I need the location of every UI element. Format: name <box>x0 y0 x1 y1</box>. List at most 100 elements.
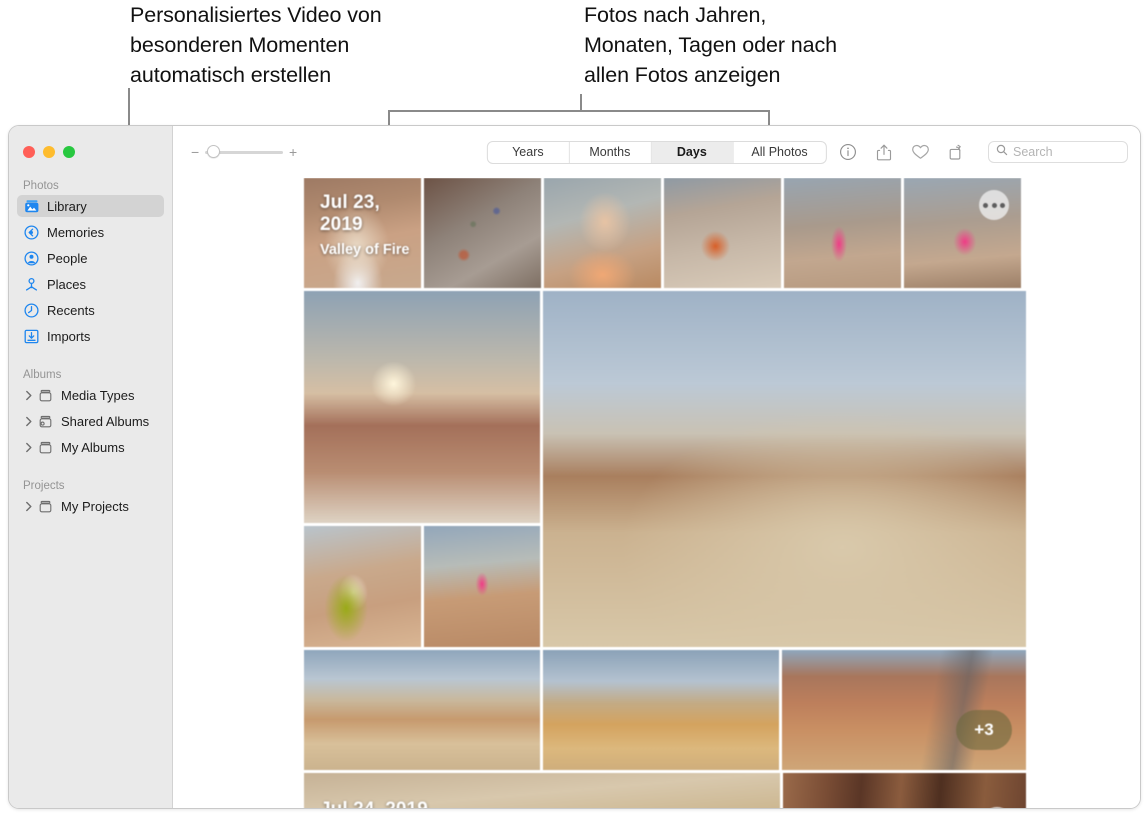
photo-grid-scroll[interactable]: Jul 23, 2019 Valley of Fire +3 <box>173 178 1140 808</box>
photo-thumbnail[interactable] <box>904 178 1021 288</box>
photo-thumbnail[interactable] <box>664 178 781 288</box>
sidebar-section-projects-header: Projects <box>23 480 65 492</box>
photo-thumbnail[interactable] <box>424 178 541 288</box>
chevron-right-icon[interactable] <box>23 501 34 512</box>
sidebar-section-projects-list: My Projects <box>9 495 172 517</box>
photo-thumbnail[interactable] <box>544 178 661 288</box>
window-traffic-lights <box>9 139 172 158</box>
callout-tabs-bracket-right-tick <box>768 110 770 125</box>
zoom-out-label[interactable]: − <box>191 145 199 159</box>
photos-app-window: Photos Library Memories People Places Re… <box>8 125 1141 809</box>
sidebar-section-photos-header: Photos <box>23 180 59 192</box>
rotate-icon[interactable] <box>946 141 966 163</box>
recents-icon <box>23 302 40 319</box>
photo-thumbnail[interactable]: +3 <box>782 650 1026 770</box>
info-icon[interactable] <box>838 141 858 163</box>
people-icon <box>23 250 40 267</box>
tab-days[interactable]: Days <box>651 141 734 163</box>
callout-memories-text: Personalisiertes Video von besonderen Mo… <box>130 3 382 87</box>
sidebar-item-label: Library <box>47 198 87 214</box>
zoom-slider-knob[interactable] <box>207 145 220 158</box>
zoom-button[interactable] <box>63 146 75 158</box>
favorite-icon[interactable] <box>910 141 930 163</box>
sidebar-item-label: Places <box>47 276 87 292</box>
photo-row: +3 <box>304 650 1026 770</box>
close-button[interactable] <box>23 146 35 158</box>
sidebar-item-imports[interactable]: Imports <box>17 325 164 347</box>
sidebar-item-my-albums[interactable]: My Albums <box>17 436 164 458</box>
sidebar-item-label: Media Types <box>61 387 135 403</box>
sidebar-item-places[interactable]: Places <box>17 273 164 295</box>
photo-thumbnail[interactable]: Jul 23, 2019 Valley of Fire <box>304 178 421 288</box>
photo-thumbnail[interactable] <box>543 650 779 770</box>
album-icon <box>37 498 54 515</box>
search-icon <box>996 143 1008 161</box>
places-icon <box>23 276 40 293</box>
day-header: Jul 23, 2019 Valley of Fire <box>320 192 421 258</box>
album-icon <box>37 387 54 404</box>
sidebar-item-my-projects[interactable]: My Projects <box>17 495 164 517</box>
tab-all-photos[interactable]: All Photos <box>733 142 825 163</box>
photo-thumbnail[interactable] <box>304 526 421 647</box>
view-mode-segmented-control[interactable]: Years Months Days All Photos <box>486 140 827 164</box>
callout-tabs-text: Fotos nach Jahren, Monaten, Tagen oder n… <box>584 3 838 87</box>
chevron-right-icon[interactable] <box>23 416 34 427</box>
day-subtitle: Valley of Fire <box>320 242 410 258</box>
more-options-button[interactable] <box>982 807 1012 808</box>
toolbar-actions: Search <box>838 141 1128 163</box>
sidebar-item-label: Imports <box>47 328 91 344</box>
sidebar-item-media-types[interactable]: Media Types <box>17 384 164 406</box>
zoom-slider-track[interactable] <box>205 145 283 159</box>
sidebar-item-shared-albums[interactable]: Shared Albums <box>17 410 164 432</box>
photo-grid: Jul 23, 2019 Valley of Fire +3 <box>304 178 1026 808</box>
photo-row: Jul 23, 2019 Valley of Fire <box>304 178 1026 288</box>
sidebar-section-albums-list: Media Types Shared Albums My Albums <box>9 384 172 458</box>
sidebar-item-recents[interactable]: Recents <box>17 299 164 321</box>
overflow-count-badge[interactable]: +3 <box>956 710 1012 750</box>
shared-album-icon <box>37 413 54 430</box>
tab-years[interactable]: Years <box>487 141 570 163</box>
sidebar: Photos Library Memories People Places Re… <box>9 126 173 808</box>
toolbar: − + Years Months Days All Photos Search <box>173 126 1140 178</box>
photo-thumbnail[interactable] <box>304 291 540 523</box>
chevron-right-icon[interactable] <box>23 390 34 401</box>
sidebar-item-label: My Albums <box>61 439 125 455</box>
photo-thumbnail-large[interactable] <box>543 291 1026 647</box>
sidebar-item-library[interactable]: Library <box>17 195 164 217</box>
day-title: Jul 24, 2019 <box>320 799 428 808</box>
day-title: Jul 23, 2019 <box>320 192 380 235</box>
chevron-right-icon[interactable] <box>23 442 34 453</box>
zoom-slider[interactable]: − + <box>191 145 297 159</box>
photo-thumbnail[interactable] <box>784 178 901 288</box>
photo-row: Jul 24, 2019 <box>304 773 1026 808</box>
more-options-button[interactable] <box>979 190 1009 220</box>
share-icon[interactable] <box>874 141 894 163</box>
memories-icon <box>23 224 40 241</box>
album-icon <box>37 439 54 456</box>
sidebar-item-people[interactable]: People <box>17 247 164 269</box>
content-area: − + Years Months Days All Photos Search … <box>173 126 1140 808</box>
sidebar-item-label: Shared Albums <box>61 413 150 429</box>
sidebar-item-label: My Projects <box>61 498 129 514</box>
imports-icon <box>23 328 40 345</box>
search-input[interactable]: Search <box>1013 145 1053 159</box>
sidebar-item-label: Memories <box>47 224 105 240</box>
photo-thumbnail[interactable] <box>783 773 1026 808</box>
photo-thumbnail[interactable] <box>304 650 540 770</box>
sidebar-section-photos-list: Library Memories People Places Recents I… <box>9 195 172 347</box>
photo-thumbnail[interactable]: Jul 24, 2019 <box>304 773 780 808</box>
minimize-button[interactable] <box>43 146 55 158</box>
photo-thumbnail[interactable] <box>423 526 540 647</box>
photo-row <box>304 291 1026 647</box>
sidebar-section-albums-header: Albums <box>23 369 62 381</box>
day-header: Jul 24, 2019 <box>320 799 428 808</box>
tab-months[interactable]: Months <box>569 141 652 163</box>
callout-tabs-bracket <box>388 110 770 112</box>
sidebar-item-label: Recents <box>47 302 95 318</box>
library-icon <box>23 198 40 215</box>
zoom-in-label[interactable]: + <box>289 145 297 159</box>
callout-tabs-bracket-left-tick <box>388 110 390 125</box>
sidebar-item-memories[interactable]: Memories <box>17 221 164 243</box>
sidebar-item-label: People <box>47 250 88 266</box>
search-field[interactable]: Search <box>988 141 1128 163</box>
